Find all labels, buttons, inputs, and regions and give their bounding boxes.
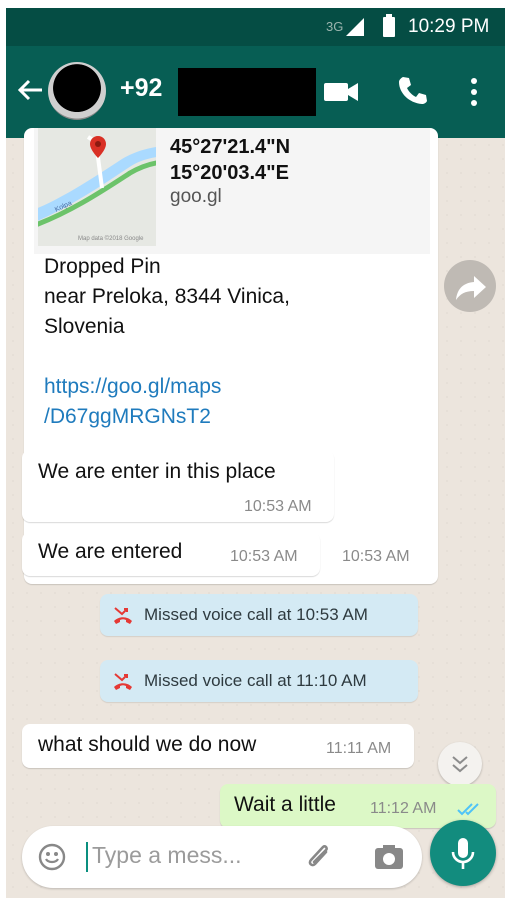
more-options-icon[interactable] — [468, 76, 480, 108]
message-input[interactable]: Type a mess... — [92, 842, 242, 869]
video-call-icon[interactable] — [322, 80, 360, 104]
read-receipt-icon — [457, 803, 479, 816]
map-credit: Map data ©2018 Google — [78, 236, 144, 242]
text-cursor — [86, 842, 88, 872]
map-domain: goo.gl — [170, 186, 222, 207]
voice-record-button[interactable] — [430, 820, 496, 886]
location-country: Slovenia — [44, 315, 125, 338]
message-text: what should we do now — [38, 733, 257, 756]
camera-icon[interactable] — [374, 844, 404, 870]
missed-call-notice: Missed voice call at 11:10 AM — [100, 660, 418, 702]
maps-link-line1[interactable]: https://goo.gl/maps — [44, 372, 221, 402]
battery-icon — [383, 14, 395, 37]
longitude: 15°20'03.4"E — [170, 162, 289, 184]
missed-call-text: Missed voice call at 10:53 AM — [144, 605, 368, 624]
maps-link[interactable]: https://goo.gl/maps /D67ggMRGNsT2 — [44, 372, 221, 432]
map-coordinates: 45°27'21.4"N 15°20'03.4"E — [170, 134, 290, 186]
microphone-icon — [451, 838, 475, 869]
voice-call-icon[interactable] — [396, 74, 428, 106]
missed-call-text: Missed voice call at 11:10 AM — [144, 671, 367, 690]
location-address-line: near Preloka, 8344 Vinica, — [44, 285, 290, 308]
latitude: 45°27'21.4"N — [170, 136, 291, 158]
message-text: We are enter in this place — [38, 460, 276, 483]
message-time: 11:12 AM — [370, 800, 437, 817]
map-preview-card[interactable]: Kolpa 45°27'21.4"N 15°20'03.4"E goo.gl M… — [34, 128, 430, 254]
emoji-icon[interactable] — [38, 843, 66, 871]
forward-button[interactable] — [444, 260, 496, 312]
missed-call-icon — [114, 607, 132, 624]
message-text: Wait a little — [234, 793, 336, 816]
signal-icon — [346, 18, 364, 36]
incoming-message[interactable]: We are enter in this place 10:53 AM — [22, 450, 334, 522]
attach-icon[interactable] — [304, 840, 334, 874]
location-title: Dropped Pin — [44, 255, 161, 278]
missed-call-icon — [114, 673, 132, 690]
forward-icon — [456, 276, 486, 300]
status-time: 10:29 PM — [408, 16, 490, 37]
incoming-message[interactable]: what should we do now 11:11 AM — [22, 724, 414, 768]
maps-link-line2[interactable]: /D67ggMRGNsT2 — [44, 402, 221, 432]
network-type: 3G — [326, 19, 344, 34]
redacted-number — [178, 68, 316, 116]
message-text: We are entered — [38, 540, 183, 563]
contact-avatar[interactable] — [48, 62, 106, 120]
status-bar: 3G 10:29 PM — [6, 8, 505, 46]
contact-name[interactable]: +92 — [120, 74, 162, 103]
chat-area[interactable]: Kolpa 45°27'21.4"N 15°20'03.4"E goo.gl M… — [6, 128, 505, 898]
missed-call-notice: Missed voice call at 10:53 AM — [100, 594, 418, 636]
whatsapp-chat-screen: 3G 10:29 PM +92 Kolpa 45°27'21.4"N 15°20… — [0, 0, 505, 898]
back-arrow-icon[interactable] — [16, 76, 44, 104]
message-composer[interactable]: Type a mess... — [22, 826, 422, 888]
scroll-to-bottom-button[interactable] — [438, 742, 482, 786]
message-time: 11:11 AM — [326, 740, 392, 757]
incoming-message[interactable]: We are entered 10:53 AM — [22, 532, 320, 576]
chat-header: +92 — [6, 46, 505, 138]
message-time: 10:53 AM — [342, 548, 410, 565]
location-description: Dropped Pin near Preloka, 8344 Vinica, S… — [44, 252, 424, 342]
chevron-double-down-icon — [452, 756, 468, 773]
message-time: 10:53 AM — [230, 548, 298, 565]
map-thumbnail[interactable]: Kolpa — [38, 128, 156, 246]
map-graphic: Kolpa — [38, 128, 156, 246]
message-time: 10:53 AM — [244, 498, 312, 515]
